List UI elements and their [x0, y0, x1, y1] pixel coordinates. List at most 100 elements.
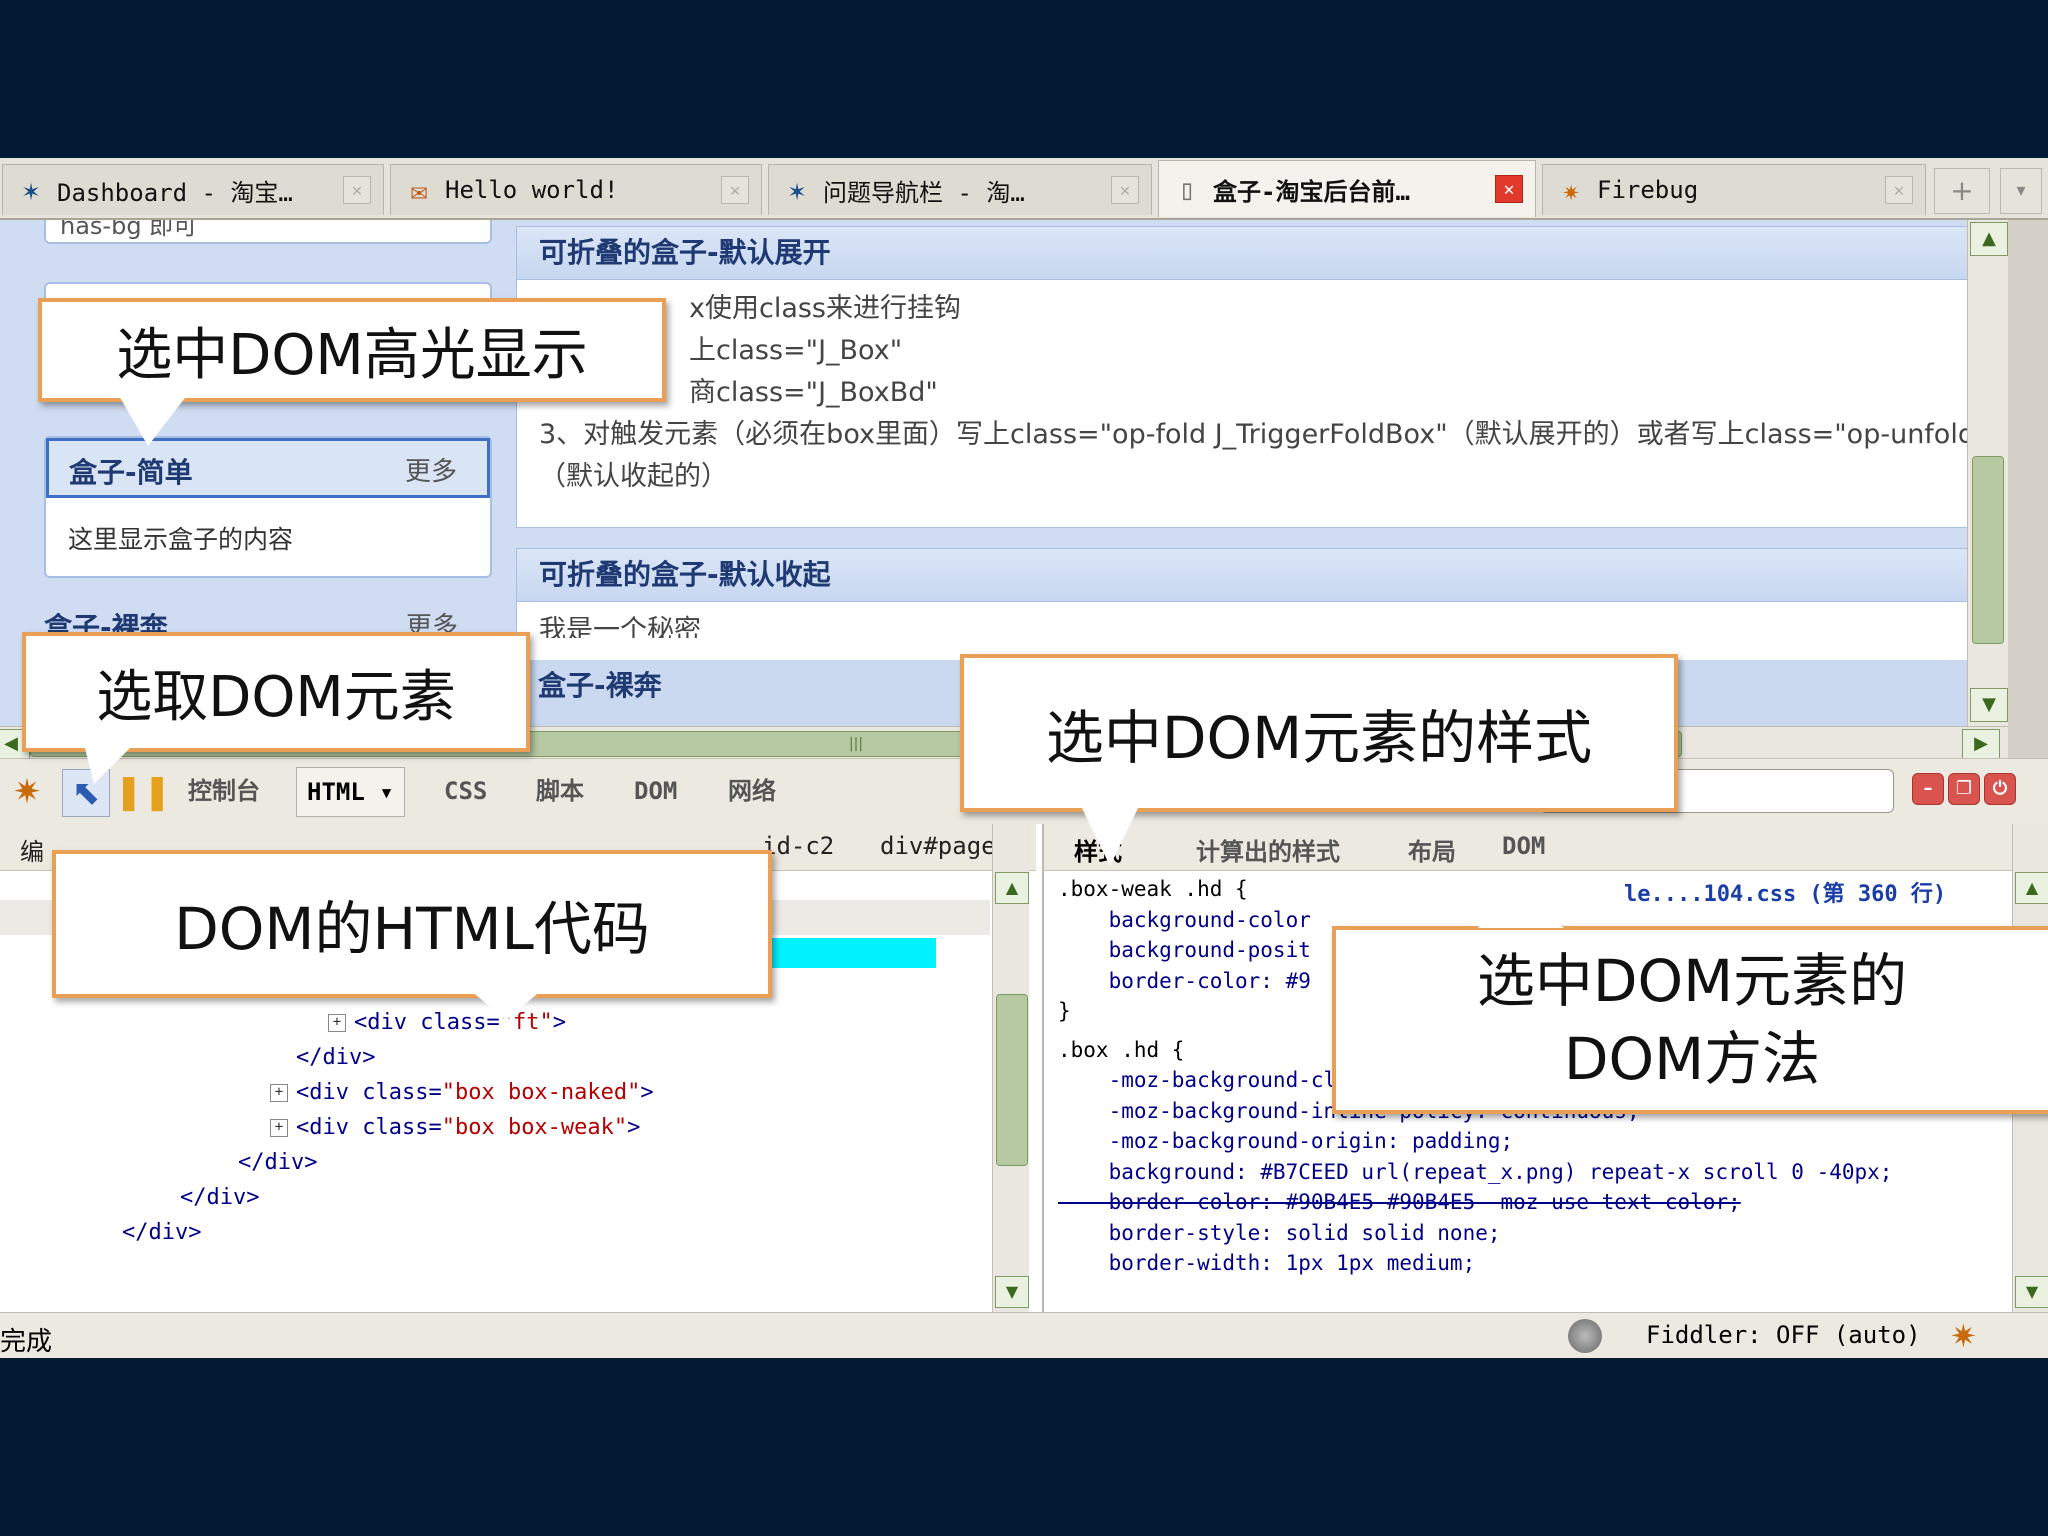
close-icon[interactable]: ✕: [1111, 176, 1139, 204]
page-vertical-scrollbar[interactable]: ▲ ▼: [1967, 220, 2008, 726]
html-tag-text: </div>: [296, 1045, 375, 1070]
close-firebug-icon[interactable]: ⏻: [1984, 773, 2016, 805]
fiddler-status[interactable]: Fiddler: OFF (auto): [1646, 1321, 1921, 1349]
close-icon[interactable]: ✕: [1885, 176, 1913, 204]
html-tree-row[interactable]: + <div class="box box-naked">: [0, 1075, 990, 1110]
html-token: <div: [296, 1115, 363, 1140]
scroll-thumb[interactable]: [996, 994, 1028, 1166]
tab-label: Hello world!: [445, 176, 619, 204]
html-token: <div: [296, 1080, 363, 1105]
bird-icon: ✉: [410, 173, 428, 207]
fiddler-icon[interactable]: [1568, 1319, 1602, 1353]
panel-expanded: 可折叠的盒子-默认展开 x使用class来进行挂钩 上class="J_Box"…: [516, 226, 2008, 528]
browser-tab-bar: ✶ Dashboard - 淘宝… ✕ ✉ Hello world! ✕ ✶ 问…: [0, 158, 2048, 220]
tab-question-nav[interactable]: ✶ 问题导航栏 - 淘… ✕: [768, 164, 1152, 215]
callout-text: 选中DOM元素的 DOM方法: [1476, 947, 1908, 1093]
html-token: </div>: [296, 1045, 376, 1070]
tab-dom[interactable]: DOM: [634, 767, 677, 815]
css-line[interactable]: -moz-background-origin: padding;: [1058, 1126, 1892, 1157]
cut-box: has-bg 即可: [44, 220, 492, 244]
callout-tail: [118, 394, 188, 446]
scroll-up-icon[interactable]: ▲: [995, 872, 1029, 904]
scroll-down-icon[interactable]: ▼: [1970, 688, 2008, 722]
css-line[interactable]: border-style: solid solid none;: [1058, 1218, 1892, 1249]
panel-expanded-body: x使用class来进行挂钩 上class="J_Box" 商class="J_B…: [517, 280, 2008, 506]
expand-toggle-icon[interactable]: +: [270, 1084, 288, 1102]
document-icon: ▯: [1178, 172, 1196, 206]
html-tree-row[interactable]: </div>: [0, 1145, 990, 1180]
html-token: >: [552, 1010, 566, 1035]
tab-layout[interactable]: 布局: [1408, 832, 1456, 867]
html-token: </div>: [122, 1220, 202, 1245]
tab-label: 问题导航栏 - 淘…: [823, 178, 1025, 207]
css-line[interactable]: border-width: 1px 1px medium;: [1058, 1248, 1892, 1279]
close-icon[interactable]: ✕: [343, 176, 371, 204]
firebug-icon: ✷: [1562, 173, 1580, 207]
html-token: >: [640, 1080, 654, 1105]
css-line[interactable]: border-color: #90B4E5 #90B4E5 -moz-use-t…: [1058, 1187, 1892, 1218]
firebug-icon[interactable]: ✷: [4, 769, 50, 815]
callout-tail: [470, 990, 542, 1020]
tab-label: Firebug: [1597, 176, 1699, 204]
tab-dom-methods[interactable]: DOM: [1502, 832, 1545, 860]
breadcrumb-item[interactable]: div#page: [880, 832, 996, 860]
tab-net[interactable]: 网络: [728, 767, 776, 815]
callout-text: DOM的HTML代码: [174, 895, 650, 963]
scroll-up-icon[interactable]: ▲: [1970, 222, 2008, 256]
close-icon[interactable]: ✕: [721, 176, 749, 204]
panel-collapsed-title[interactable]: 可折叠的盒子-默认收起: [517, 549, 2007, 602]
simple-box-content: 这里显示盒子的内容: [68, 525, 294, 554]
expand-toggle-icon[interactable]: +: [328, 1014, 346, 1032]
html-tag-text: </div>: [238, 1150, 317, 1175]
html-tree-row[interactable]: </div>: [0, 1215, 990, 1250]
detach-icon[interactable]: ❐: [1948, 773, 1980, 805]
css-line: .box-weak .hd {: [1058, 877, 1248, 901]
html-tree-row[interactable]: </div>: [0, 1040, 990, 1075]
scroll-down-icon[interactable]: ▼: [995, 1276, 1029, 1308]
html-tree-row[interactable]: </div>: [0, 1180, 990, 1215]
minimize-icon[interactable]: –: [1912, 773, 1944, 805]
callout-tail: [84, 744, 134, 784]
panel-collapsed-body: 我是一个秘密: [539, 615, 701, 638]
html-pane-scrollbar[interactable]: ▲ ▼: [992, 824, 1029, 1312]
breadcrumb-item[interactable]: id-c2: [762, 832, 834, 860]
simple-box-title: 盒子-简单: [69, 456, 193, 489]
tab-html-label: HTML: [307, 778, 365, 806]
tab-html[interactable]: HTML ▾: [296, 767, 405, 817]
scroll-down-icon[interactable]: ▼: [2015, 1276, 2048, 1308]
tab-box[interactable]: ▯ 盒子-淘宝后台前… ✕: [1158, 160, 1536, 217]
tab-hello-world[interactable]: ✉ Hello world! ✕: [390, 164, 762, 215]
scroll-thumb[interactable]: [1972, 456, 2004, 644]
new-tab-button[interactable]: +: [1934, 168, 1990, 214]
close-icon[interactable]: ✕: [1495, 175, 1523, 203]
callout-select: 选取DOM元素: [22, 632, 530, 752]
simple-box-more[interactable]: 更多: [405, 451, 457, 488]
tab-console[interactable]: 控制台: [188, 767, 260, 815]
html-tree-row[interactable]: + <div class="box box-weak">: [0, 1110, 990, 1145]
scroll-right-icon[interactable]: ▶: [1962, 729, 2000, 759]
css-line[interactable]: background: #B7CEED url(repeat_x.png) re…: [1058, 1157, 1893, 1188]
tab-css[interactable]: CSS: [444, 767, 487, 815]
tab-dashboard[interactable]: ✶ Dashboard - 淘宝… ✕: [2, 164, 384, 215]
tab-list-icon[interactable]: ▾: [2000, 168, 2042, 214]
tab-script[interactable]: 脚本: [536, 767, 584, 815]
callout-text: 选中DOM元素的样式: [1045, 704, 1593, 772]
html-tag-text: </div>: [180, 1185, 259, 1210]
panel-expanded-title[interactable]: 可折叠的盒子-默认展开: [517, 227, 2007, 280]
panel-line: 上class="J_Box": [689, 335, 903, 366]
tab-firebug[interactable]: ✷ Firebug ✕: [1542, 164, 1926, 215]
expand-toggle-icon[interactable]: +: [270, 1119, 288, 1137]
callout-dom-method: 选中DOM元素的 DOM方法: [1332, 926, 2048, 1114]
html-token: class=: [362, 1115, 442, 1140]
simple-box-header: 盒子-简单 更多: [46, 438, 490, 498]
html-token: </div>: [180, 1185, 260, 1210]
firebug-status-icon[interactable]: ✷: [1950, 1317, 1977, 1355]
tab-label: 盒子-淘宝后台前…: [1213, 177, 1410, 206]
html-tag-text: <div class="box box-naked">: [296, 1080, 654, 1105]
callout-tail: [1478, 884, 1564, 928]
edit-button[interactable]: 编: [20, 832, 44, 867]
tab-computed[interactable]: 计算出的样式: [1196, 832, 1340, 867]
taobao-icon: ✶: [788, 173, 806, 207]
status-bar: 完成 Fiddler: OFF (auto) ✷: [0, 1312, 2048, 1358]
scroll-up-icon[interactable]: ▲: [2015, 872, 2048, 904]
